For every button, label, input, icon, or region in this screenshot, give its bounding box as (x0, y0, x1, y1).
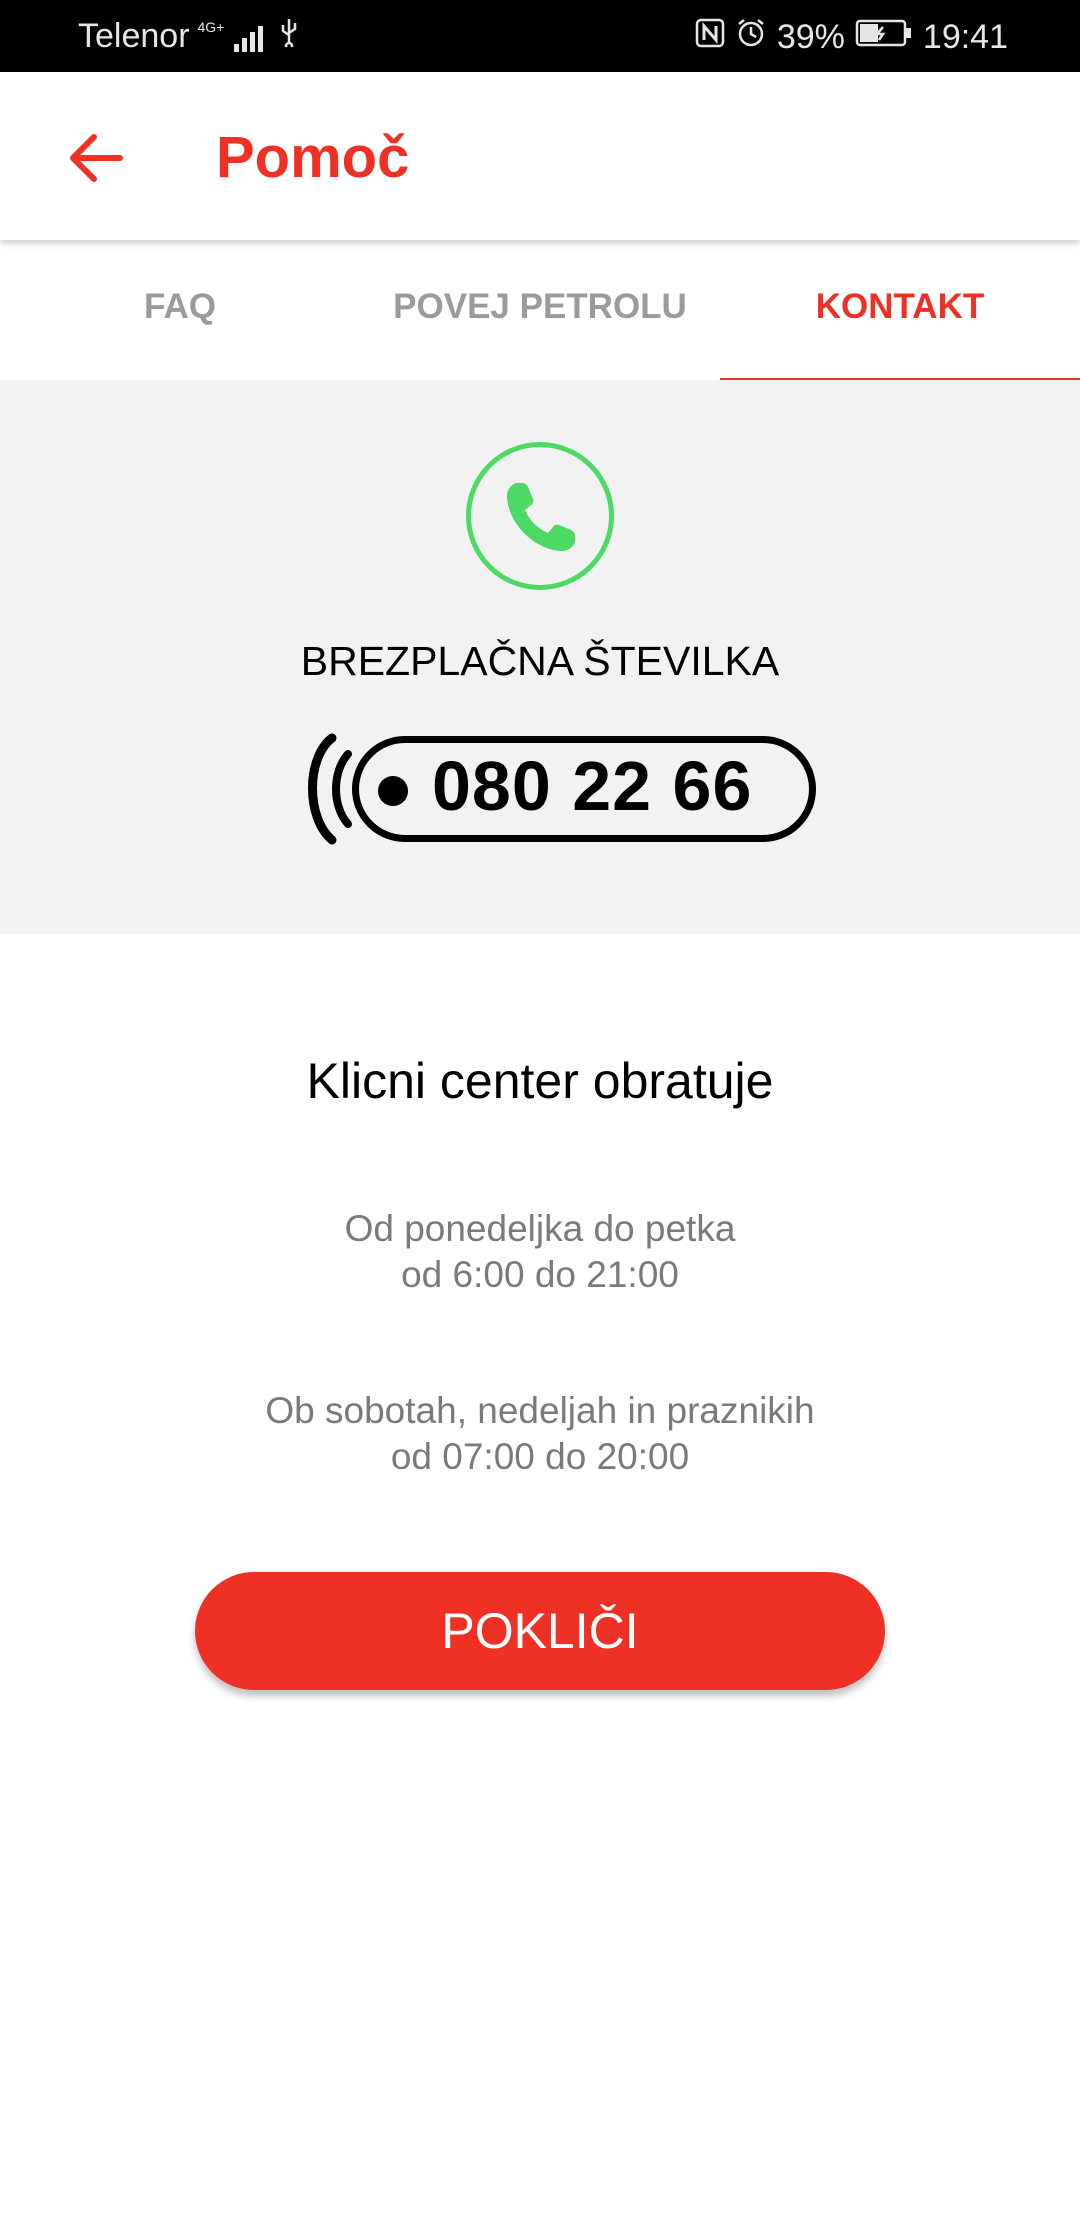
weekday-hours: Od ponedeljka do petka od 6:00 do 21:00 (0, 1206, 1080, 1298)
weekday-time: od 6:00 do 21:00 (401, 1254, 679, 1295)
call-button[interactable]: POKLIČI (195, 1572, 885, 1690)
free-number-label: BREZPLAČNA ŠTEVILKA (300, 638, 780, 684)
weekend-days: Ob sobotah, nedeljah in praznikih (265, 1390, 815, 1431)
weekend-hours: Ob sobotah, nedeljah in praznikih od 07:… (0, 1388, 1080, 1480)
tab-faq[interactable]: FAQ (0, 240, 360, 380)
weekday-days: Od ponedeljka do petka (344, 1208, 736, 1249)
status-bar: Telenor 4G+ 39% 19:41 (0, 0, 1080, 72)
phone-icon (466, 442, 614, 590)
clock: 19:41 (922, 18, 1008, 56)
back-button[interactable] (60, 122, 132, 194)
alarm-icon (735, 17, 767, 58)
signal-waves-icon (308, 733, 352, 845)
hours-title: Klicni center obratuje (306, 1053, 774, 1109)
app-bar: Pomoč (0, 72, 1080, 240)
arrow-left-icon (70, 134, 123, 182)
nfc-icon (695, 18, 725, 57)
phone-number: 080 22 66 (432, 747, 753, 825)
tab-povej-petrolu[interactable]: POVEJ PETROLU (360, 240, 720, 380)
battery-icon (855, 18, 913, 57)
tab-bar: FAQ POVEJ PETROLU KONTAKT (0, 240, 1080, 384)
network-type: 4G+ (197, 18, 225, 35)
number-dot (378, 776, 408, 806)
weekend-time: od 07:00 do 20:00 (390, 1436, 690, 1477)
tab-kontakt[interactable]: KONTAKT (720, 240, 1080, 384)
carrier-name: Telenor (78, 17, 190, 55)
contact-panel: BREZPLAČNA ŠTEVILKA 080 22 66 (0, 380, 1080, 934)
signal-icon (234, 22, 264, 52)
usb-icon (279, 17, 299, 56)
page-title: Pomoč (216, 125, 410, 190)
phone-number-badge[interactable]: 080 22 66 (286, 728, 816, 848)
battery-percent: 39% (776, 18, 845, 56)
